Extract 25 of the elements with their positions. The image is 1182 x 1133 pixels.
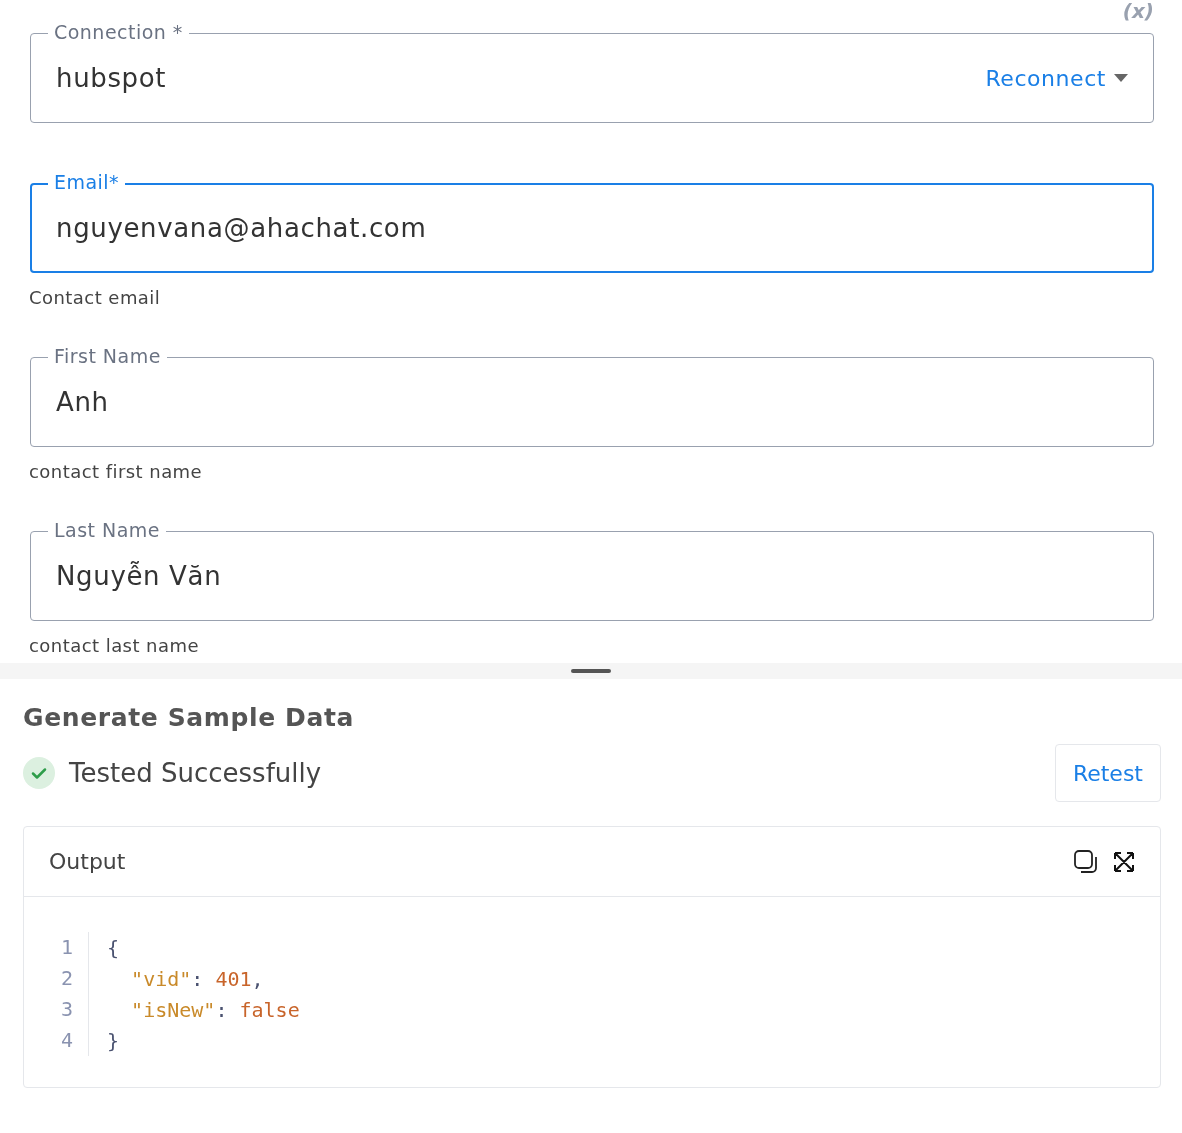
reconnect-dropdown[interactable]: Reconnect — [985, 61, 1128, 95]
code-line: "vid": 401, — [130, 965, 264, 993]
field-value: Nguyễn Văn — [56, 559, 223, 593]
helper-text: contact first name — [29, 461, 204, 483]
field-value: nguyenvana@ahachat.com — [56, 211, 428, 245]
check-circle-icon — [23, 757, 55, 789]
expand-icon[interactable] — [1113, 850, 1135, 873]
caret-icon — [1114, 74, 1128, 82]
retest-button[interactable]: Retest — [1054, 744, 1161, 802]
copy-icon[interactable] — [1073, 848, 1099, 875]
code-line: } — [106, 1027, 120, 1055]
helper-text: Contact email — [29, 287, 162, 309]
status-text: Tested Successfully — [69, 756, 322, 790]
section-title: Generate Sample Data — [23, 705, 356, 730]
helper-text: contact last name — [29, 635, 200, 657]
drag-handle[interactable] — [571, 669, 611, 673]
code-line: "isNew": false — [130, 996, 300, 1024]
line-number: 3 — [49, 994, 89, 1025]
line-number: 1 — [49, 932, 89, 963]
output-title: Output — [49, 848, 126, 876]
field-value: hubspot — [56, 61, 168, 95]
line-number: 4 — [49, 1025, 89, 1056]
code-line: { — [106, 934, 120, 962]
field-value: Anh — [56, 385, 110, 419]
line-number: 2 — [49, 963, 89, 994]
